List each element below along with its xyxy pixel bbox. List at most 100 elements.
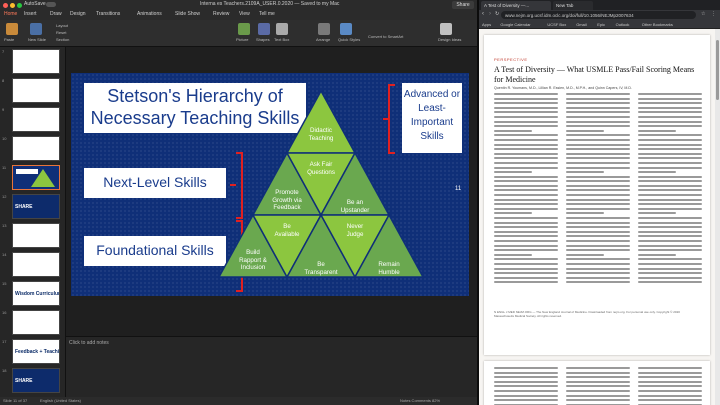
ribbon-paste-icon[interactable] [6, 23, 18, 35]
ribbon-section-button[interactable]: Section [56, 37, 69, 42]
view-controls[interactable]: Notes Comments 82% [400, 398, 440, 403]
article-viewport[interactable]: PERSPECTIVE A Test of Diversity — What U… [479, 29, 720, 405]
slide-thumbnail-14[interactable]: 14 [0, 250, 65, 278]
text-line [494, 207, 558, 210]
star-icon[interactable]: ☆ [701, 11, 705, 17]
slide-thumbnail-image[interactable] [12, 252, 60, 277]
text-line [566, 230, 630, 233]
text-line [566, 258, 630, 261]
language-indicator[interactable]: English (United States) [40, 398, 81, 403]
ribbon-text-box-icon[interactable] [276, 23, 288, 35]
ribbon-new-slide-icon[interactable] [30, 23, 42, 35]
slide-thumbnail-image[interactable]: SHARE [12, 368, 60, 393]
text-line [638, 148, 702, 151]
notes-pane[interactable]: Click to add notes [66, 336, 477, 397]
label-be-transparent: Be Transparent [304, 261, 338, 276]
slide-thumbnail-image[interactable] [12, 223, 60, 248]
slide-thumbnail-image[interactable] [12, 49, 60, 74]
browser-tab-article[interactable]: A Test of Diversity —... [481, 1, 551, 10]
slide-thumbnail-image[interactable] [12, 78, 60, 103]
ribbon-layout-button[interactable]: Layout [56, 23, 68, 28]
ribbon-tab-animations[interactable]: Animations [137, 11, 162, 17]
ribbon-shapes-icon[interactable] [258, 23, 270, 35]
slide-thumbnail-image[interactable] [12, 165, 60, 190]
ribbon-tab-home[interactable]: Home [4, 11, 17, 17]
ribbon-tab-review[interactable]: Review [213, 11, 229, 17]
slide-thumbnail-image[interactable]: SHARE [12, 194, 60, 219]
slide-thumbnail-pane[interactable]: 7 8 9 10 11 12 SHARE 13 14 15 Wisdom Curriculum 16 1… [0, 47, 66, 397]
close-window-icon[interactable] [3, 3, 8, 8]
text-line [566, 157, 630, 160]
ribbon-tab-insert[interactable]: Insert [24, 11, 37, 17]
text-line [566, 198, 630, 201]
text-line [566, 161, 630, 164]
slide-thumbnail-11[interactable]: 11 [0, 163, 65, 191]
slide-thumbnail-17[interactable]: 17 Feedback + Teaching [0, 337, 65, 365]
slide-thumbnail-number: 7 [2, 49, 5, 54]
ribbon-tab-slide-show[interactable]: Slide Show [175, 11, 200, 17]
label-didactic-teaching: Didactic Teaching [308, 127, 334, 142]
forward-arrow-icon[interactable]: › [489, 11, 491, 17]
text-line [494, 93, 558, 95]
bookmark-gmail[interactable]: Gmail [576, 22, 586, 27]
slide-thumbnail-image[interactable]: Wisdom Curriculum [12, 281, 60, 306]
reload-icon[interactable]: ↻ [495, 11, 499, 17]
article-page-2 [484, 361, 710, 405]
bookmark-google-calendar[interactable]: Google Calendar [500, 22, 530, 27]
ribbon-convert-to-smartart-button[interactable]: Convert to SmartArt [368, 34, 403, 39]
text-line [638, 380, 702, 383]
slide-thumbnail-image[interactable] [12, 136, 60, 161]
menu-dots-icon[interactable]: ⋮ [711, 11, 716, 17]
ribbon-picture-label: Picture [236, 37, 249, 42]
slide-thumbnail-9[interactable]: 9 [0, 105, 65, 133]
ribbon-picture-icon[interactable] [238, 23, 250, 35]
browser-tab-new[interactable]: New Tab [553, 1, 593, 10]
label-never-judge: Never Judge [346, 223, 364, 238]
autosave-toggle[interactable] [46, 2, 56, 7]
bookmark-ucsf-box[interactable]: UCSF Box [547, 22, 566, 27]
slide-thumbnail-label: SHARE [15, 378, 33, 384]
slide-thumbnail-image[interactable]: Feedback + Teaching [12, 339, 60, 364]
bookmark-epic[interactable]: Epic [597, 22, 605, 27]
ribbon-reset-button[interactable]: Reset [56, 30, 66, 35]
slide-thumbnail-18[interactable]: 18 SHARE [0, 366, 65, 394]
maximize-window-icon[interactable] [17, 3, 22, 8]
ribbon-arrange-icon[interactable] [318, 23, 330, 35]
ribbon-tab-transitions[interactable]: Transitions [96, 11, 120, 17]
pyramid-diagram[interactable] [71, 73, 469, 296]
text-line [494, 276, 558, 279]
text-line [494, 198, 558, 201]
ribbon-tab-design[interactable]: Design [70, 11, 86, 17]
slide-thumbnail-7[interactable]: 7 [0, 47, 65, 75]
text-line [494, 385, 558, 388]
ribbon-tab-tell-me[interactable]: Tell me [259, 11, 275, 17]
slide-thumbnail-8[interactable]: 8 [0, 76, 65, 104]
slide-thumbnail-15[interactable]: 15 Wisdom Curriculum [0, 279, 65, 307]
share-button[interactable]: Share [452, 1, 474, 9]
text-line [638, 198, 702, 201]
slide-thumbnail-16[interactable]: 16 [0, 308, 65, 336]
slide-thumbnail-image[interactable] [12, 107, 60, 132]
bookmark-outlook[interactable]: Outlook [616, 22, 630, 27]
text-line [638, 143, 702, 146]
ribbon-design-ideas-icon[interactable] [440, 23, 452, 35]
current-slide[interactable]: Stetson's Hierarchy of Necessary Teachin… [71, 73, 469, 296]
slide-thumbnail-10[interactable]: 10 [0, 134, 65, 162]
slide-thumbnail-image[interactable] [12, 310, 60, 335]
ribbon-quick-styles-icon[interactable] [340, 23, 352, 35]
minimize-window-icon[interactable] [10, 3, 15, 8]
slide-thumbnail-13[interactable]: 13 [0, 221, 65, 249]
back-arrow-icon[interactable]: ‹ [482, 11, 484, 17]
text-line [566, 262, 630, 265]
article-scrollbar-thumb[interactable] [716, 40, 719, 100]
notes-placeholder[interactable]: Click to add notes [69, 340, 109, 346]
ribbon-tab-view[interactable]: View [239, 11, 250, 17]
slide-thumbnail-12[interactable]: 12 SHARE [0, 192, 65, 220]
bookmark-apps[interactable]: Apps [482, 22, 491, 27]
ribbon-tab-draw[interactable]: Draw [50, 11, 62, 17]
bookmark-other-bookmarks[interactable]: Other Bookmarks [642, 22, 673, 27]
text-line [494, 138, 558, 141]
text-line [638, 184, 702, 187]
text-line [566, 371, 630, 374]
address-bar[interactable]: www.nejm.org.ucsf.idm.oclc.org/doi/full/… [501, 11, 696, 19]
